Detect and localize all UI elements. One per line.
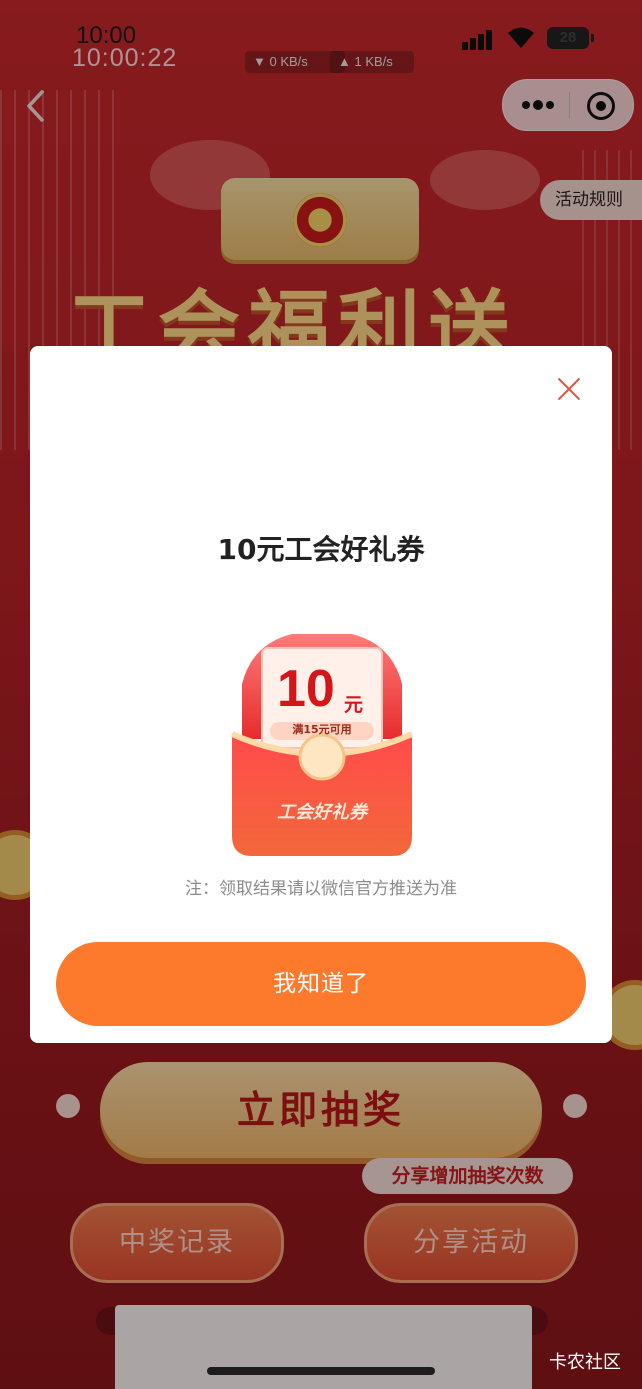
home-indicator[interactable] bbox=[207, 1367, 435, 1375]
prize-title: 10元工会好礼券 bbox=[217, 533, 425, 566]
coupon-amount: 10 bbox=[277, 660, 335, 718]
coupon-unit: 元 bbox=[344, 694, 364, 716]
close-icon[interactable] bbox=[556, 376, 582, 402]
watermark: 卡农社区 bbox=[549, 1352, 621, 1373]
got-it-button[interactable]: 我知道了 bbox=[56, 942, 586, 1026]
coupon-condition: 满15元可用 bbox=[292, 723, 352, 736]
lottery-page: 10:00 10:00:22 ▼ 0 KB/s ▲ 1 KB/s 28 活动规则… bbox=[0, 0, 642, 1389]
prize-dialog: 10元工会好礼券 10 元 满15元可用 工会好礼券 注：领取结果请以微信官方推… bbox=[30, 346, 612, 1043]
result-note: 注：领取结果请以微信官方推送为准 bbox=[185, 879, 457, 899]
coupon-envelope-label: 工会好礼券 bbox=[277, 802, 367, 823]
